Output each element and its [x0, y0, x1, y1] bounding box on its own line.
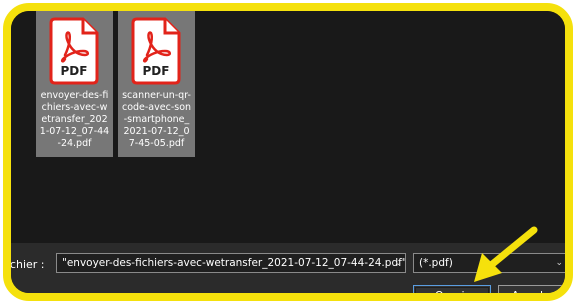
cancel-button[interactable]: Annuler — [498, 285, 565, 293]
highlight-frame: PDF envoyer-des-fichiers-avec-wetransfer… — [3, 3, 573, 301]
filename-label: fichier : — [3, 258, 45, 271]
file-item[interactable]: PDF scanner-un-qr-code-avec-son-smartpho… — [118, 11, 195, 157]
pdf-badge: PDF — [142, 64, 169, 78]
file-list-pane[interactable]: PDF envoyer-des-fichiers-avec-wetransfer… — [11, 11, 565, 243]
dialog-footer: fichier : "envoyer-des-fichiers-avec-wet… — [11, 243, 565, 293]
pdf-file-icon: PDF — [49, 17, 98, 85]
chevron-down-icon[interactable]: ⌄ — [555, 254, 563, 272]
file-item[interactable]: PDF envoyer-des-fichiers-avec-wetransfer… — [36, 11, 113, 157]
chevron-down-icon[interactable]: ⌄ — [394, 254, 402, 272]
file-name: envoyer-des-fichiers-avec-wetransfer_202… — [39, 90, 110, 149]
pdf-file-icon: PDF — [131, 17, 180, 85]
filename-input[interactable]: "envoyer-des-fichiers-avec-wetransfer_20… — [56, 253, 406, 273]
filetype-value: (*.pdf) — [419, 257, 453, 269]
file-name: scanner-un-qr-code-avec-son-smartphone_2… — [121, 90, 192, 149]
pdf-badge: PDF — [60, 64, 87, 78]
filename-value: "envoyer-des-fichiers-avec-wetransfer_20… — [62, 257, 406, 269]
open-button[interactable]: Ouvrir — [413, 285, 491, 293]
filetype-select[interactable]: (*.pdf) ⌄ — [413, 253, 565, 273]
